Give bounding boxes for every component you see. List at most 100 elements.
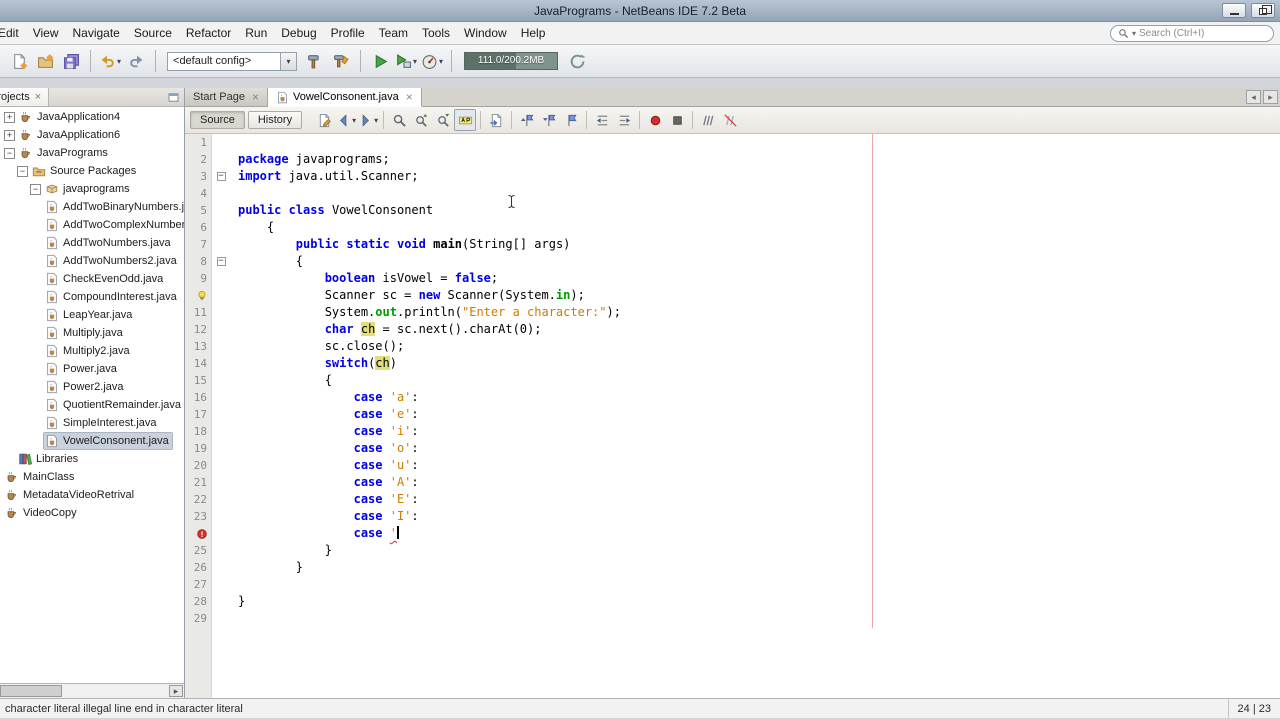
projects-tab[interactable]: Projects × <box>0 88 50 106</box>
next-bookmark-button[interactable] <box>538 109 560 131</box>
undo-button[interactable]: ▾ <box>97 48 123 74</box>
tree-item-mainclass[interactable]: MainClass <box>0 468 184 486</box>
menu-run[interactable]: Run <box>238 23 274 43</box>
collapse-toggle[interactable]: − <box>17 165 28 177</box>
chevron-down-icon[interactable]: ▾ <box>280 52 297 70</box>
tree-item-metadatavideoretrival[interactable]: MetadataVideoRetrival <box>0 486 184 504</box>
menu-window[interactable]: Window <box>457 23 514 43</box>
new-project-button[interactable] <box>32 48 58 74</box>
tree-item-power2-java[interactable]: Power2.java <box>0 378 184 396</box>
restore-button[interactable] <box>1251 3 1275 18</box>
code-line[interactable]: 1 <box>185 134 1280 151</box>
start-macro-button[interactable] <box>644 109 666 131</box>
scroll-right-arrow[interactable]: ▸ <box>169 685 183 697</box>
code-line[interactable]: 17 case 'e': <box>185 406 1280 423</box>
menu-profile[interactable]: Profile <box>324 23 372 43</box>
redo-button[interactable] <box>123 48 149 74</box>
memory-meter[interactable]: 111.0/200.2MB <box>464 52 559 70</box>
run-button[interactable] <box>367 48 393 74</box>
code-line[interactable]: 12 char ch = sc.next().charAt(0); <box>185 321 1280 338</box>
config-select[interactable]: <default config> ▾ <box>167 51 298 71</box>
tree-item-leapyear-java[interactable]: LeapYear.java <box>0 306 184 324</box>
chevron-down-icon[interactable]: ▾ <box>439 57 443 66</box>
menu-debug[interactable]: Debug <box>274 23 323 43</box>
code-line[interactable]: 26 } <box>185 559 1280 576</box>
previous-bookmark-button[interactable] <box>516 109 538 131</box>
tab-scroll-left-button[interactable]: ◂ <box>1246 90 1261 104</box>
code-line[interactable]: 21 case 'A': <box>185 474 1280 491</box>
chevron-down-icon[interactable]: ▾ <box>117 57 121 66</box>
code-line[interactable]: 23 case 'I': <box>185 508 1280 525</box>
code-editor[interactable]: 1 2 package javaprograms; 3− import java.uti… <box>185 134 1280 698</box>
tree-item-source-packages[interactable]: − Source Packages <box>0 162 184 180</box>
minimize-button[interactable] <box>1222 3 1246 18</box>
code-line[interactable]: 27 <box>185 576 1280 593</box>
code-line[interactable]: 3− import java.util.Scanner; <box>185 168 1280 185</box>
quick-search[interactable]: ▾ Search (Ctrl+I) <box>1110 25 1274 42</box>
menu-refactor[interactable]: Refactor <box>179 23 238 43</box>
tab-vowelconsonent-java[interactable]: VowelConsonent.java × <box>268 88 422 107</box>
last-edit-button[interactable] <box>313 109 335 131</box>
tree-item-javaapplication4[interactable]: + JavaApplication4 <box>0 108 184 126</box>
code-line[interactable]: 20 case 'u': <box>185 457 1280 474</box>
tree-item-power-java[interactable]: Power.java <box>0 360 184 378</box>
collapse-toggle[interactable]: − <box>4 147 15 159</box>
uncomment-button[interactable] <box>719 109 741 131</box>
back-button[interactable]: ▾ <box>335 109 357 131</box>
find-next-button[interactable] <box>432 109 454 131</box>
shift-line-right-button[interactable] <box>613 109 635 131</box>
code-line[interactable]: 28} <box>185 593 1280 610</box>
comment-button[interactable] <box>697 109 719 131</box>
code-line[interactable]: 19 case 'o': <box>185 440 1280 457</box>
code-line[interactable]: Scanner sc = new Scanner(System.in); <box>185 287 1280 304</box>
code-line[interactable]: 8− { <box>185 253 1280 270</box>
tab-start-page[interactable]: Start Page × <box>185 88 268 106</box>
source-view-button[interactable]: Source <box>190 111 245 129</box>
code-line[interactable]: 15 { <box>185 372 1280 389</box>
forward-button[interactable]: ▾ <box>357 109 379 131</box>
code-line[interactable]: 2 package javaprograms; <box>185 151 1280 168</box>
code-line[interactable]: 6 { <box>185 219 1280 236</box>
history-view-button[interactable]: History <box>247 111 303 129</box>
shift-line-left-button[interactable] <box>591 109 613 131</box>
tree-item-vowelconsonent-java[interactable]: VowelConsonent.java <box>0 432 184 450</box>
code-line[interactable]: 18 case 'i': <box>185 423 1280 440</box>
tree-item-addtwocomplexnumbers-java[interactable]: AddTwoComplexNumbers.java <box>0 216 184 234</box>
find-selection-button[interactable] <box>388 109 410 131</box>
tree-item-multiply-java[interactable]: Multiply.java <box>0 324 184 342</box>
tree-item-javaprograms[interactable]: − javaprograms <box>0 180 184 198</box>
close-tab-icon[interactable]: × <box>252 90 259 104</box>
code-line[interactable]: 29 <box>185 610 1280 627</box>
chevron-down-icon[interactable]: ▾ <box>413 57 417 66</box>
close-tab-icon[interactable]: × <box>406 90 413 104</box>
code-line[interactable]: 5 public class VowelConsonent <box>185 202 1280 219</box>
stop-macro-button[interactable] <box>666 109 688 131</box>
code-line[interactable]: 25 } <box>185 542 1280 559</box>
menu-help[interactable]: Help <box>514 23 553 43</box>
code-line[interactable]: 9 boolean isVowel = false; <box>185 270 1280 287</box>
profile-button[interactable]: ▾ <box>419 48 445 74</box>
build-button[interactable] <box>302 48 328 74</box>
tab-scroll-right-button[interactable]: ▸ <box>1263 90 1278 104</box>
tree-item-addtwonumbers-java[interactable]: AddTwoNumbers.java <box>0 234 184 252</box>
chevron-down-icon[interactable]: ▾ <box>374 116 378 125</box>
fold-minus-icon[interactable]: − <box>216 172 226 181</box>
tree-item-checkevenodd-java[interactable]: CheckEvenOdd.java <box>0 270 184 288</box>
tree-item-addtwonumbers2-java[interactable]: AddTwoNumbers2.java <box>0 252 184 270</box>
code-line[interactable]: 16 case 'a': <box>185 389 1280 406</box>
tree-item-libraries[interactable]: Libraries <box>0 450 184 468</box>
code-line[interactable]: case ' <box>185 525 1280 542</box>
select-in-projects-button[interactable] <box>485 109 507 131</box>
tree-item-videocopy[interactable]: VideoCopy <box>0 504 184 522</box>
highlight-button[interactable] <box>454 109 477 131</box>
panel-window-icon[interactable] <box>167 91 180 104</box>
fold-toggle[interactable]: − <box>212 253 230 270</box>
fold-minus-icon[interactable]: − <box>216 257 226 266</box>
code-line[interactable]: 4 <box>185 185 1280 202</box>
chevron-down-icon[interactable]: ▾ <box>352 116 356 125</box>
collapse-toggle[interactable]: − <box>30 183 41 195</box>
code-line[interactable]: 22 case 'E': <box>185 491 1280 508</box>
toggle-bookmark-button[interactable] <box>560 109 582 131</box>
code-line[interactable]: 11 System.out.println("Enter a character… <box>185 304 1280 321</box>
search-dropdown-icon[interactable]: ▾ <box>1132 29 1136 38</box>
